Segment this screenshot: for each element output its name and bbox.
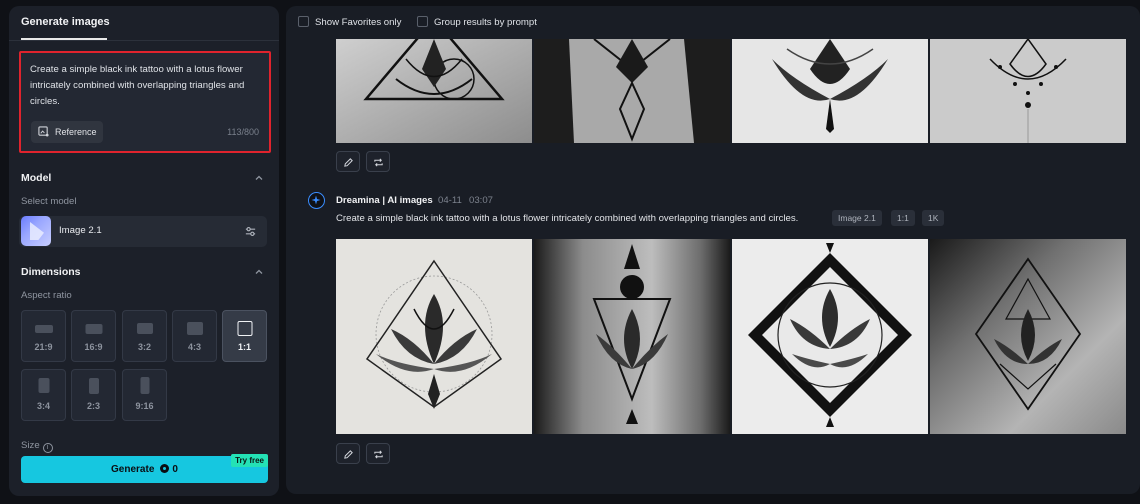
show-favorites-label: Show Favorites only (315, 17, 402, 28)
char-count: 113/800 (227, 127, 259, 137)
ratio-9-16[interactable]: 9:16 (122, 369, 167, 421)
generate-label: Generate (111, 464, 155, 475)
avatar (308, 192, 325, 209)
ratio-label: 9:16 (135, 401, 154, 411)
ratio-shape (88, 378, 99, 394)
edit-button[interactable] (336, 443, 360, 464)
regenerate-button[interactable] (366, 443, 390, 464)
credit-count: 0 (172, 464, 178, 475)
ratio-2-3[interactable]: 2:3 (71, 369, 116, 421)
dimensions-section-title: Dimensions (21, 266, 81, 278)
entry-date: 04-11 (438, 195, 462, 206)
tag-model: Image 2.1 (832, 210, 882, 226)
group-by-prompt-label: Group results by prompt (434, 17, 537, 28)
size-label: Size i (21, 440, 53, 453)
prompt-text[interactable]: Create a simple black ink tattoo with a … (30, 62, 255, 110)
reference-label: Reference (55, 127, 97, 137)
show-favorites-checkbox[interactable]: Show Favorites only (298, 16, 401, 29)
ratio-label: 2:3 (86, 401, 100, 411)
tattoo-image (336, 39, 532, 143)
ratio-shape (140, 377, 149, 394)
ratio-16-9[interactable]: 16:9 (71, 310, 116, 362)
size-label-text: Size (21, 440, 40, 451)
entry-prompt: Create a simple black ink tattoo with a … (336, 213, 799, 224)
prompt-input[interactable]: Create a simple black ink tattoo with a … (19, 51, 271, 153)
ratio-3-4[interactable]: 3:4 (21, 369, 66, 421)
pencil-icon (344, 158, 353, 167)
author-name: Dreamina | AI images (336, 195, 433, 206)
image-row-previous (336, 39, 1126, 143)
ratio-3-2[interactable]: 3:2 (122, 310, 167, 362)
repeat-icon (374, 450, 383, 459)
tattoo-image (534, 239, 730, 434)
entry-time: 03:07 (469, 195, 494, 206)
reference-image-icon (38, 126, 49, 137)
model-selector[interactable]: Image 2.1 (19, 216, 267, 247)
tattoo-image (732, 39, 928, 143)
generated-image[interactable] (732, 239, 928, 434)
generate-button[interactable]: Generate 0 Try free (21, 454, 268, 483)
tattoo-image (930, 39, 1126, 143)
edit-button[interactable] (336, 151, 360, 172)
checkbox-box[interactable] (417, 16, 428, 27)
generated-image[interactable] (930, 39, 1126, 143)
generated-image[interactable] (930, 239, 1126, 434)
ratio-label: 3:4 (36, 401, 50, 411)
reference-button[interactable]: Reference (31, 121, 103, 143)
ratio-label: 3:2 (137, 342, 151, 352)
ratio-shape (136, 323, 153, 334)
tattoo-image (732, 239, 928, 434)
tag-resolution: 1K (922, 210, 945, 226)
credit-icon (160, 464, 170, 473)
model-thumbnail (21, 216, 51, 246)
group-by-prompt-checkbox[interactable]: Group results by prompt (417, 16, 537, 29)
generated-image[interactable] (732, 39, 928, 143)
tattoo-image (336, 239, 532, 434)
repeat-icon (374, 158, 383, 167)
generated-image[interactable] (336, 239, 532, 434)
select-model-label: Select model (21, 196, 77, 207)
model-name: Image 2.1 (59, 225, 102, 236)
tattoo-image (930, 239, 1126, 434)
spark-icon (311, 195, 321, 205)
ratio-label: 21:9 (34, 342, 53, 352)
ratio-label: 16:9 (84, 342, 103, 352)
aspect-ratio-label: Aspect ratio (21, 290, 72, 301)
ratio-shape (34, 325, 53, 333)
ratio-shape (38, 378, 49, 393)
image-row-current (336, 239, 1126, 434)
generated-image[interactable] (534, 39, 730, 143)
try-free-badge: Try free (231, 454, 268, 467)
pencil-icon (344, 450, 353, 459)
ratio-shape (85, 324, 102, 334)
generated-image[interactable] (336, 39, 532, 143)
results-toolbar: Show Favorites only Group results by pro… (286, 6, 1140, 38)
checkbox-box[interactable] (298, 16, 309, 27)
chevron-up-icon[interactable] (253, 172, 265, 184)
sliders-icon[interactable] (244, 225, 257, 238)
ratio-shape (237, 321, 252, 336)
ratio-shape (186, 322, 203, 335)
ratio-4-3[interactable]: 4:3 (172, 310, 217, 362)
tattoo-image (534, 39, 730, 143)
tag-ratio: 1:1 (891, 210, 915, 226)
generate-panel: Generate images Create a simple black in… (9, 6, 279, 496)
divider (9, 40, 279, 41)
panel-title: Generate images (21, 16, 110, 28)
generated-image[interactable] (534, 239, 730, 434)
ratio-21-9[interactable]: 21:9 (21, 310, 66, 362)
ratio-label: 1:1 (237, 342, 251, 352)
ratio-label: 4:3 (187, 342, 201, 352)
results-panel: Show Favorites only Group results by pro… (286, 6, 1140, 494)
info-icon[interactable]: i (42, 443, 53, 453)
chevron-up-icon[interactable] (253, 266, 265, 278)
ratio-1-1[interactable]: 1:1 (222, 310, 267, 362)
regenerate-button[interactable] (366, 151, 390, 172)
model-section-title: Model (21, 172, 52, 184)
